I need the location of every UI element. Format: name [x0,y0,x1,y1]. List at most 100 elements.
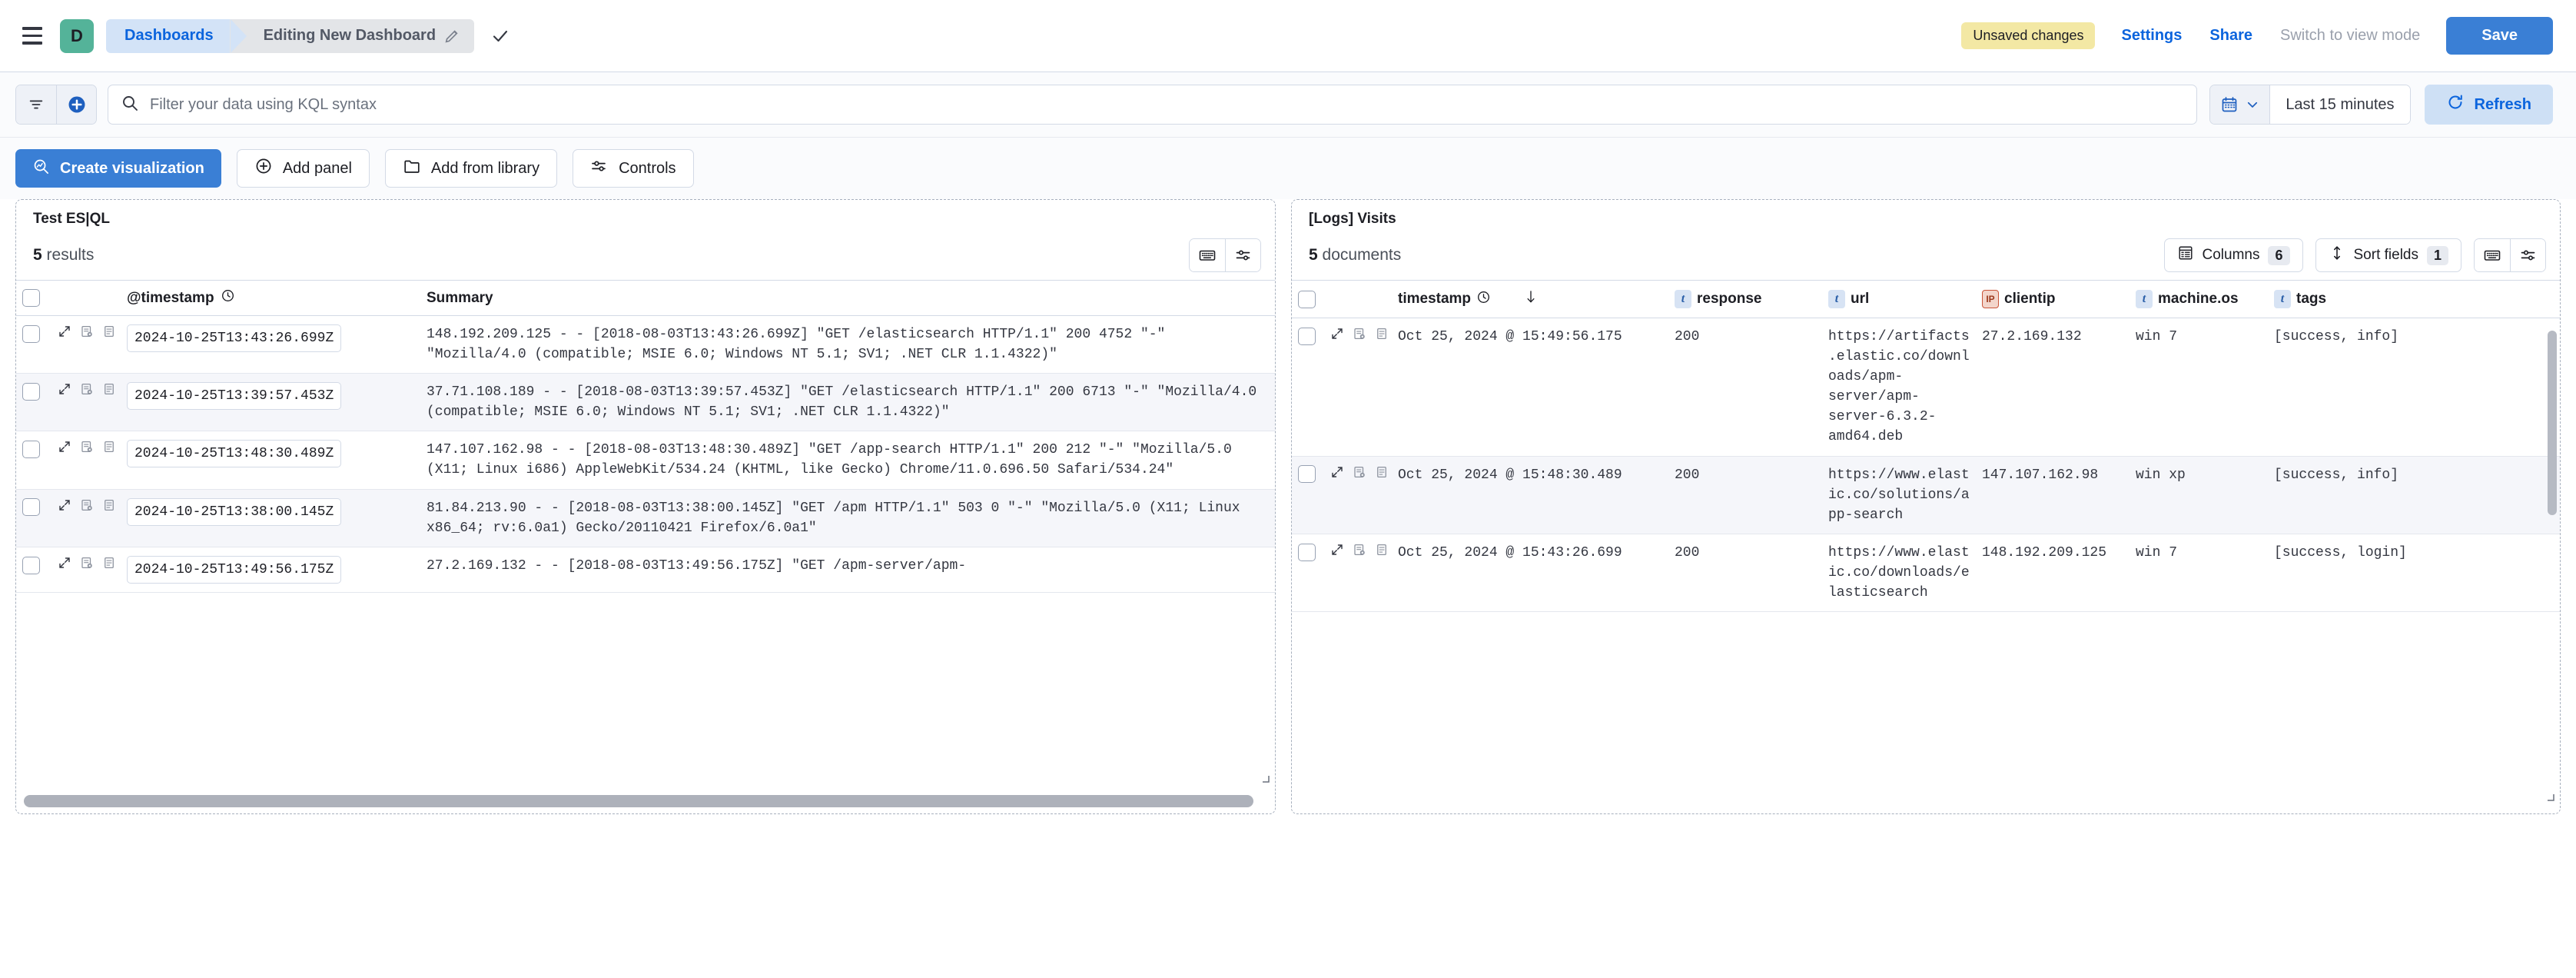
menu-icon[interactable] [15,19,49,53]
cell-timestamp[interactable]: 2024-10-25T13:38:00.145Z [127,497,342,526]
left-column-timestamp-header[interactable]: @timestamp [121,280,420,316]
right-column-url-label: url [1851,291,1870,307]
row-checkbox[interactable] [1298,327,1316,345]
sort-desc-arrow-icon[interactable] [1523,288,1539,310]
add-panel-button[interactable]: Add panel [236,149,370,188]
document-icon[interactable] [1375,543,1389,564]
filter-out-icon[interactable] [80,498,94,519]
cell-timestamp[interactable]: 2024-10-25T13:43:26.699Z [127,324,342,353]
cell-timestamp[interactable]: 2024-10-25T13:49:56.175Z [127,555,342,584]
left-column-summary-header[interactable]: Summary [420,280,1275,316]
row-checkbox[interactable] [22,556,40,574]
row-checkbox[interactable] [22,498,40,517]
document-icon[interactable] [1375,465,1389,486]
document-icon[interactable] [1375,327,1389,348]
table-row[interactable]: 2024-10-25T13:48:30.489Z 147.107.162.98 … [16,431,1275,490]
refresh-button[interactable]: Refresh [2424,85,2553,125]
table-row[interactable]: 2024-10-25T13:49:56.175Z 27.2.169.132 - … [16,547,1275,593]
right-column-clientip-label: clientip [2004,291,2056,307]
left-panel-resize-grip[interactable] [1258,771,1270,787]
document-icon[interactable] [102,440,116,461]
right-vertical-scrollbar[interactable] [2548,331,2557,515]
filter-out-icon[interactable] [80,556,94,577]
create-visualization-button[interactable]: Create visualization [15,149,221,188]
folder-icon [403,157,421,180]
refresh-icon [2446,93,2465,116]
filter-out-icon[interactable] [80,324,94,345]
keyboard-shortcuts-icon[interactable] [1190,239,1225,271]
filter-out-icon[interactable] [1353,327,1366,348]
expand-icon[interactable] [1330,327,1344,348]
expand-icon[interactable] [58,324,71,345]
clock-icon [1476,290,1491,309]
breadcrumb-dashboards[interactable]: Dashboards [106,18,247,53]
add-filter-icon[interactable] [56,85,96,124]
right-actions-header [1324,280,1392,318]
save-button[interactable]: Save [2446,17,2553,55]
expand-icon[interactable] [1330,543,1344,564]
controls-button[interactable]: Controls [573,149,694,188]
document-icon[interactable] [102,498,116,519]
right-column-machineos-header[interactable]: t machine.os [2130,280,2268,318]
row-checkbox[interactable] [1298,543,1316,561]
table-row[interactable]: 2024-10-25T13:43:26.699Z 148.192.209.125… [16,315,1275,374]
table-row[interactable]: Oct 25, 2024 @ 15:49:56.175 200 https://… [1292,318,2560,457]
confirm-check-icon[interactable] [491,27,510,45]
document-icon[interactable] [102,556,116,577]
document-icon[interactable] [102,382,116,403]
right-panel-resize-grip[interactable] [2543,790,2555,806]
table-row[interactable]: Oct 25, 2024 @ 15:43:26.699 200 https://… [1292,534,2560,613]
expand-icon[interactable] [1330,465,1344,486]
row-checkbox[interactable] [22,382,40,401]
app-logo-badge[interactable]: D [60,18,94,53]
right-column-tags-header[interactable]: t tags [2268,280,2560,318]
expand-icon[interactable] [58,440,71,461]
switch-to-view-mode-button[interactable]: Switch to view mode [2280,27,2420,45]
row-checkbox[interactable] [1298,465,1316,484]
columns-button[interactable]: Columns 6 [2163,238,2303,272]
filter-out-icon[interactable] [80,382,94,403]
filter-options-icon[interactable] [16,85,56,124]
settings-button[interactable]: Settings [2121,27,2182,45]
cell-timestamp[interactable]: 2024-10-25T13:48:30.489Z [127,440,342,468]
right-column-url-header[interactable]: t url [1822,280,1976,318]
panel-title-right[interactable]: [Logs] Visits [1292,200,2560,228]
right-column-timestamp-header[interactable]: timestamp [1392,280,1668,318]
filter-out-icon[interactable] [80,440,94,461]
cell-timestamp: Oct 25, 2024 @ 15:43:26.699 [1392,534,1668,613]
filter-out-icon[interactable] [1353,465,1366,486]
table-row[interactable]: 2024-10-25T13:38:00.145Z 81.84.213.90 - … [16,489,1275,547]
display-options-icon[interactable] [1225,239,1260,271]
left-results-count: 5 results [33,246,94,264]
left-data-grid: @timestamp Summary 2024-10-25T13:43:26.6… [16,280,1275,593]
panel-title-left[interactable]: Test ES|QL [16,200,1275,228]
search-input[interactable]: Filter your data using KQL syntax [108,85,2198,125]
select-all-checkbox[interactable] [1298,290,1316,308]
expand-icon[interactable] [58,382,71,403]
time-range-value[interactable]: Last 15 minutes [2270,85,2410,124]
right-column-response-header[interactable]: t response [1668,280,1822,318]
right-column-clientip-header[interactable]: IP clientip [1976,280,2130,318]
cell-summary: 81.84.213.90 - - [2018-08-03T13:38:00.14… [420,489,1275,547]
cell-url: https://www.elastic.co/solutions/app-sea… [1822,456,1976,534]
display-options-icon[interactable] [2510,239,2545,271]
header-actions: Unsaved changes Settings Share Switch to… [1961,17,2553,55]
table-row[interactable]: 2024-10-25T13:39:57.453Z 37.71.108.189 -… [16,373,1275,432]
left-horizontal-scrollbar[interactable] [24,795,1253,807]
expand-icon[interactable] [58,556,71,577]
add-from-library-button[interactable]: Add from library [384,149,558,188]
breadcrumb-editing-dashboard[interactable]: Editing New Dashboard [229,18,475,53]
document-icon[interactable] [102,324,116,345]
sort-fields-button[interactable]: Sort fields 1 [2315,238,2461,272]
filter-out-icon[interactable] [1353,543,1366,564]
share-button[interactable]: Share [2209,27,2252,45]
row-checkbox[interactable] [22,324,40,343]
calendar-dropdown-button[interactable] [2210,85,2271,124]
expand-icon[interactable] [58,498,71,519]
cell-timestamp[interactable]: 2024-10-25T13:39:57.453Z [127,382,342,411]
keyboard-shortcuts-icon[interactable] [2475,239,2510,271]
table-row[interactable]: Oct 25, 2024 @ 15:48:30.489 200 https://… [1292,456,2560,534]
row-checkbox[interactable] [22,441,40,459]
select-all-checkbox[interactable] [22,289,40,307]
pencil-icon[interactable] [443,28,460,45]
